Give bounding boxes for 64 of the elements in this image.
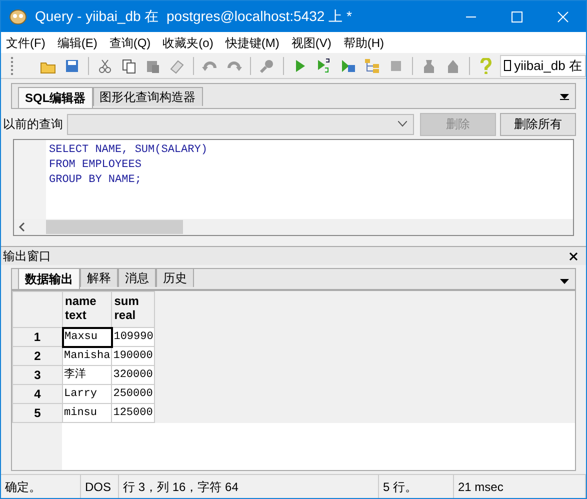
row-number: 3 [12,366,62,384]
help-icon[interactable] [478,58,494,74]
dropdown-icon[interactable] [560,94,569,100]
column-type: real [114,308,137,322]
menu-item[interactable]: 帮助(H) [343,34,384,52]
save-icon[interactable] [64,58,80,74]
row-number: 2 [12,346,62,366]
checkbox[interactable] [504,60,512,71]
previous-queries-label: 以前的查询 [3,116,63,133]
output-tab[interactable]: 数据输出 [18,268,80,289]
status-text: 行 3，列 16，字符 64 [119,475,379,498]
code-line: GROUP BY NAME; [49,173,142,188]
status-text: 5 行。 [379,475,454,498]
table-cell: Maxsu [62,328,112,346]
delete-button[interactable]: 删除所有 [500,112,576,136]
connection-box[interactable]: yiibai_db 在 [500,54,586,76]
editor-tab[interactable]: 图形化查询构造器 [92,87,203,106]
menu-item[interactable]: 收藏夹(o) [162,34,214,52]
table-cell: 李洋 [62,366,112,384]
close-icon[interactable] [569,252,578,260]
delete-button: 删除 [420,112,496,136]
panel-title: 输出窗口 [3,248,51,265]
scrollbar-thumb[interactable] [46,220,183,234]
window-title: Query - yiibai_db 在 postgres@localhost:5432 上 * [35,7,352,26]
eraser-icon[interactable] [169,58,185,74]
tree-icon[interactable] [364,58,380,74]
table-cell: 250000 [112,384,155,404]
chevron-down-icon [398,121,407,127]
table-cell: minsu [62,404,112,422]
table-cell: Larry [62,384,112,404]
menu-item[interactable]: 文件(F) [6,34,46,52]
output-tab[interactable]: 历史 [156,268,194,287]
dropdown-icon[interactable] [560,279,569,285]
scissors-icon[interactable] [97,58,113,74]
row-number: 5 [12,404,62,422]
output-tab[interactable]: 消息 [118,268,156,287]
play-explain-icon[interactable] [316,58,332,74]
column-name: sum [114,294,140,308]
menu-item[interactable]: 快捷键(M) [225,34,280,52]
column-name: name [65,294,98,308]
status-text: 21 msec [454,475,586,498]
table-cell: 320000 [112,366,155,384]
row-header-column [12,423,62,470]
status-text: DOS [81,475,119,498]
code-line: SELECT NAME, SUM(SALARY) [49,143,208,158]
row-number: 1 [12,328,62,346]
horizontal-scrollbar[interactable] [14,219,573,235]
table-cell: 125000 [112,404,155,422]
column-type: text [65,308,88,322]
connection-label: yiibai_db 在 [514,56,582,75]
play-save-icon[interactable] [340,58,356,74]
code-line: FROM EMPLOYEES [49,158,142,173]
table-cell: 109990 [112,328,155,346]
search-icon[interactable] [259,58,275,74]
menu-item[interactable]: 编辑(E) [57,34,98,52]
table-cell: 190000 [112,346,155,366]
row-number: 4 [12,384,62,404]
copy-icon[interactable] [121,58,137,74]
status-text: 确定。 [1,475,81,498]
previous-queries-dropdown[interactable] [67,114,414,134]
output-tab[interactable]: 解释 [80,268,118,287]
editor-tab[interactable]: SQL编辑器 [18,87,93,108]
menu-item[interactable]: 视图(V) [291,34,332,52]
menu-item[interactable]: 查询(Q) [109,34,151,52]
